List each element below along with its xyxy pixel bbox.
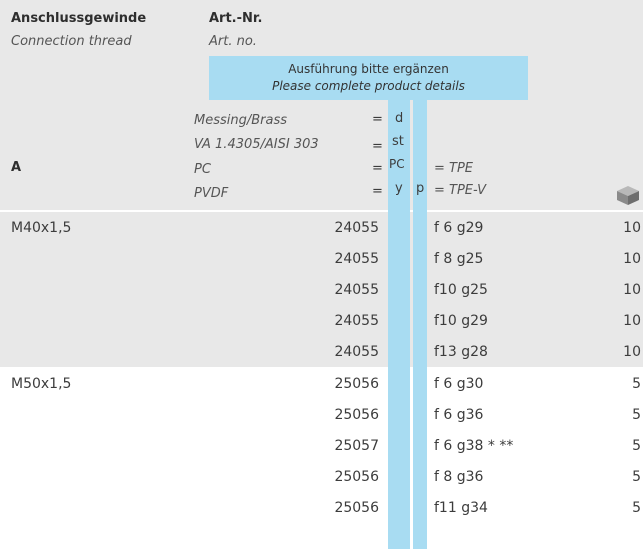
art-heading-en: Art. no. [209,34,257,49]
table-row-qty: 10 [623,220,641,236]
material-pvdf-code2: p [416,181,425,196]
table-row-art: 24055 [334,344,379,360]
thread-heading-de: Anschlussgewinde [11,11,147,26]
material-brass: Messing/Brass [194,113,288,128]
package-icon [617,186,639,205]
material-pc-code: PC [389,157,405,171]
table-row-spec: f 6 g38 * ** [434,438,514,454]
material-stainless: VA 1.4305/AISI 303 [194,137,319,152]
table-row-spec: f 6 g29 [434,220,484,236]
table-row-qty: 5 [632,469,641,485]
dimension-label: A [11,160,22,175]
table-row-spec: f 6 g36 [434,407,484,423]
art-heading-de: Art.-Nr. [209,11,263,26]
material-pc-eq: = [372,161,383,176]
table-row-qty: 10 [623,344,641,360]
material-stainless-eq: = [372,139,383,154]
table-row-art: 24055 [334,251,379,267]
table-row-qty: 10 [623,282,641,298]
table-row-spec: f13 g28 [434,344,488,360]
table-row-spec: f 6 g30 [434,376,484,392]
thread-heading-en: Connection thread [11,34,132,49]
table-row-art: 24055 [334,282,379,298]
table-row-art: 25057 [334,438,379,454]
table-row-art: 25056 [334,500,379,516]
material-pc: PC [194,162,211,177]
table-row-spec: f11 g34 [434,500,488,516]
band-text-en: Please complete product details [272,79,465,93]
table-row-art: 25056 [334,407,379,423]
table-row-spec: f10 g29 [434,313,488,329]
table-row-qty: 5 [632,500,641,516]
material-brass-code: d [395,111,404,126]
table-row-spec: f10 g25 [434,282,488,298]
thread-m50: M50x1,5 [11,376,72,392]
header-background [0,0,643,210]
table-row-art: 24055 [334,220,379,236]
material-pvdf-extra: = TPE-V [434,183,487,198]
material-pvdf-eq: = [372,184,383,199]
material-brass-eq: = [372,112,383,127]
band-text-de: Ausführung bitte ergänzen [288,62,449,76]
material-pc-extra: = TPE [434,161,474,176]
table-row-qty: 5 [632,407,641,423]
group-divider [0,367,643,369]
table-row-qty: 5 [632,376,641,392]
table-row-art: 25056 [334,376,379,392]
table-row-art: 24055 [334,313,379,329]
table-row-qty: 10 [623,313,641,329]
table-row-qty: 10 [623,251,641,267]
table-row-spec: f 8 g25 [434,251,484,267]
table-row-qty: 5 [632,438,641,454]
thread-m40: M40x1,5 [11,220,72,236]
header-divider [0,210,643,212]
table-row-spec: f 8 g36 [434,469,484,485]
material-pvdf: PVDF [194,186,229,201]
material-stainless-code: st [392,134,404,149]
code-column-p [413,100,427,549]
material-pvdf-code: y [395,181,403,196]
table-row-art: 25056 [334,469,379,485]
